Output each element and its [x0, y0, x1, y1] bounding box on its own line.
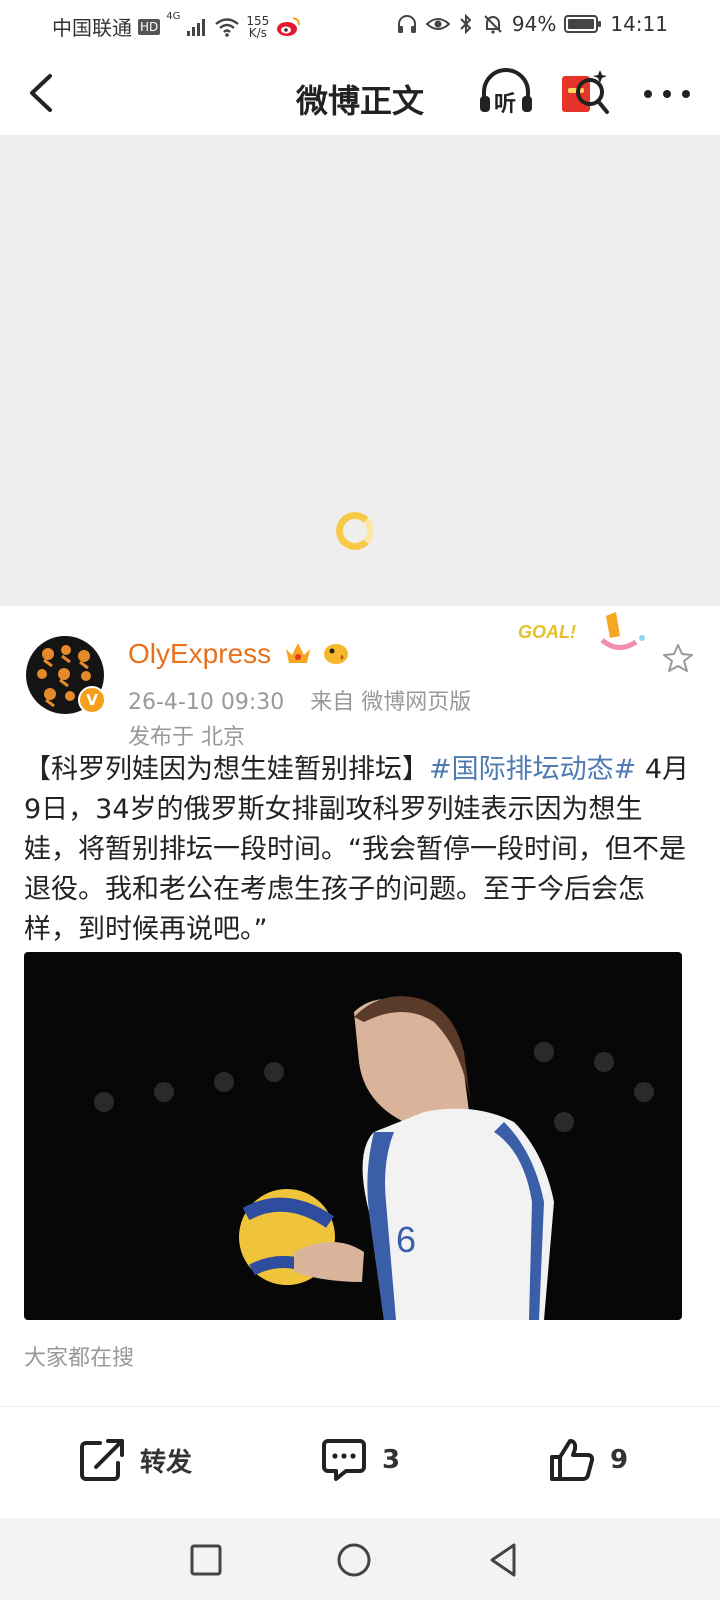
verified-badge-icon: V: [78, 686, 106, 714]
repost-label: 转发: [140, 1447, 193, 1478]
comment-count: 3: [382, 1445, 401, 1475]
user-badges: [283, 639, 351, 667]
system-nav-bar: [0, 1518, 720, 1600]
pufferfish-badge-icon: [324, 644, 348, 664]
jersey-number: 6: [396, 1219, 416, 1260]
crown-badge-icon: [286, 643, 310, 663]
eye-icon: [425, 18, 450, 30]
post-source: 来自 微博网页版: [310, 690, 472, 715]
listen-button[interactable]: 听: [478, 66, 534, 118]
status-left: 中国联通 HD 4G 155 K/s: [52, 12, 301, 41]
repost-button[interactable]: 转发: [78, 1437, 192, 1483]
page-title: 微博正文: [295, 82, 424, 120]
signal-icon: [187, 18, 206, 36]
more-options-icon[interactable]: [642, 84, 692, 104]
carrier-label: 中国联通: [52, 16, 132, 40]
weibo-icon: [277, 16, 301, 36]
loading-spinner-icon: [336, 512, 374, 550]
username[interactable]: OlyExpress: [128, 638, 271, 670]
favorite-star-icon[interactable]: [662, 642, 694, 674]
post-intro: 【科罗列娃因为想生娃暂别排坛】: [24, 754, 429, 785]
thumbs-up-icon: [550, 1439, 595, 1481]
action-bar: 转发 3 9: [0, 1406, 720, 1518]
post-image[interactable]: 6: [24, 952, 682, 1320]
goal-text: GOAL!: [518, 622, 576, 642]
recent-apps-icon[interactable]: [186, 1540, 226, 1580]
hashtag-link[interactable]: #国际排坛动态#: [429, 754, 636, 785]
home-icon[interactable]: [334, 1540, 374, 1580]
hd-icon: HD: [138, 18, 161, 35]
volleyball-player-photo: 6: [94, 996, 654, 1320]
goal-badge-icon: GOAL!: [518, 612, 645, 650]
listen-label: 听: [494, 92, 517, 117]
clock: 14:11: [610, 12, 668, 36]
post-meta: 26-4-10 09:30 来自 微博网页版: [128, 684, 471, 716]
like-button[interactable]: 9: [548, 1437, 628, 1483]
share-icon: [80, 1439, 124, 1481]
speed-unit: K/s: [248, 25, 267, 40]
goal-decoration[interactable]: GOAL!: [512, 610, 652, 660]
red-packet-search-icon[interactable]: [560, 66, 610, 122]
mute-bell-icon: [484, 15, 502, 34]
like-count: 9: [610, 1445, 629, 1475]
status-bar: 中国联通 HD 4G 155 K/s 94% 14:11: [0, 0, 720, 50]
comment-button[interactable]: 3: [320, 1437, 400, 1483]
trending-search-hint[interactable]: 大家都在搜: [24, 1340, 134, 1372]
network-speed: 155 K/s: [246, 15, 269, 39]
comment-icon: [322, 1439, 366, 1481]
top-nav: 微博正文 听: [0, 50, 720, 136]
network-label: 4G: [166, 11, 181, 22]
post-timestamp: 26-4-10 09:30: [128, 690, 285, 715]
bluetooth-icon: [460, 13, 472, 35]
battery-icon: [564, 15, 602, 33]
headphone-icon: [397, 15, 416, 33]
post-card: V OlyExpress 26-4-10 09:30 来自 微博网页版 发布于 …: [0, 606, 720, 1406]
post-location: 发布于 北京: [128, 725, 245, 750]
battery-percent: 94%: [511, 12, 557, 36]
wifi-icon: [215, 17, 240, 37]
post-body: 【科罗列娃因为想生娃暂别排坛】#国际排坛动态# 4月9日，34岁的俄罗斯女排副攻…: [24, 750, 696, 950]
speed-value: 155: [246, 13, 270, 28]
back-nav-icon[interactable]: [484, 1540, 524, 1580]
status-right: 94% 14:11: [396, 12, 668, 36]
